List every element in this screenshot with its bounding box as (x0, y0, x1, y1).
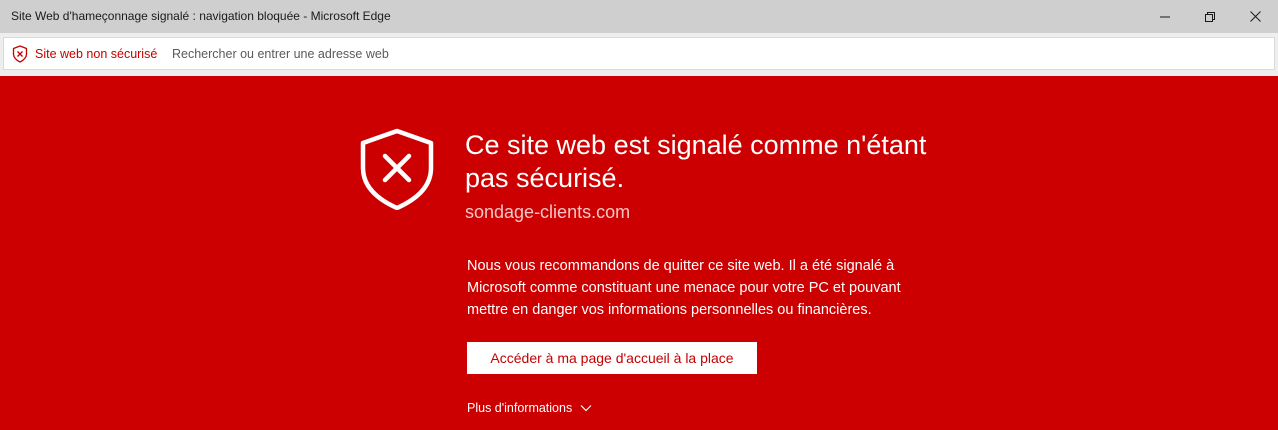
minimize-button[interactable] (1142, 0, 1188, 33)
window-title: Site Web d'hameçonnage signalé : navigat… (11, 9, 391, 23)
restore-icon (1205, 11, 1215, 22)
warning-page: Ce site web est signalé comme n'étant pa… (0, 76, 1278, 430)
restore-button[interactable] (1187, 0, 1233, 33)
warning-headline: Ce site web est signalé comme n'étant pa… (465, 130, 927, 193)
shield-x-icon[interactable] (12, 45, 28, 63)
chevron-down-icon (580, 405, 592, 412)
security-status-label[interactable]: Site web non sécurisé (35, 47, 157, 61)
go-home-button[interactable]: Accéder à ma page d'accueil à la place (467, 342, 757, 374)
address-bar: Site web non sécurisé Rechercher ou entr… (0, 33, 1278, 76)
warning-description: Nous vous recommandons de quitter ce sit… (467, 258, 901, 318)
blocked-domain: sondage-clients.com (465, 202, 631, 222)
more-info-link[interactable]: Plus d'informations (467, 401, 592, 415)
close-button[interactable] (1232, 0, 1278, 33)
address-field[interactable]: Site web non sécurisé Rechercher ou entr… (3, 37, 1275, 70)
minimize-icon (1160, 16, 1170, 17)
close-icon (1249, 11, 1261, 22)
address-input-placeholder[interactable]: Rechercher ou entrer une adresse web (172, 47, 389, 61)
shield-x-icon (360, 128, 434, 210)
more-info-label: Plus d'informations (467, 401, 573, 415)
title-bar: Site Web d'hameçonnage signalé : navigat… (0, 0, 1278, 33)
